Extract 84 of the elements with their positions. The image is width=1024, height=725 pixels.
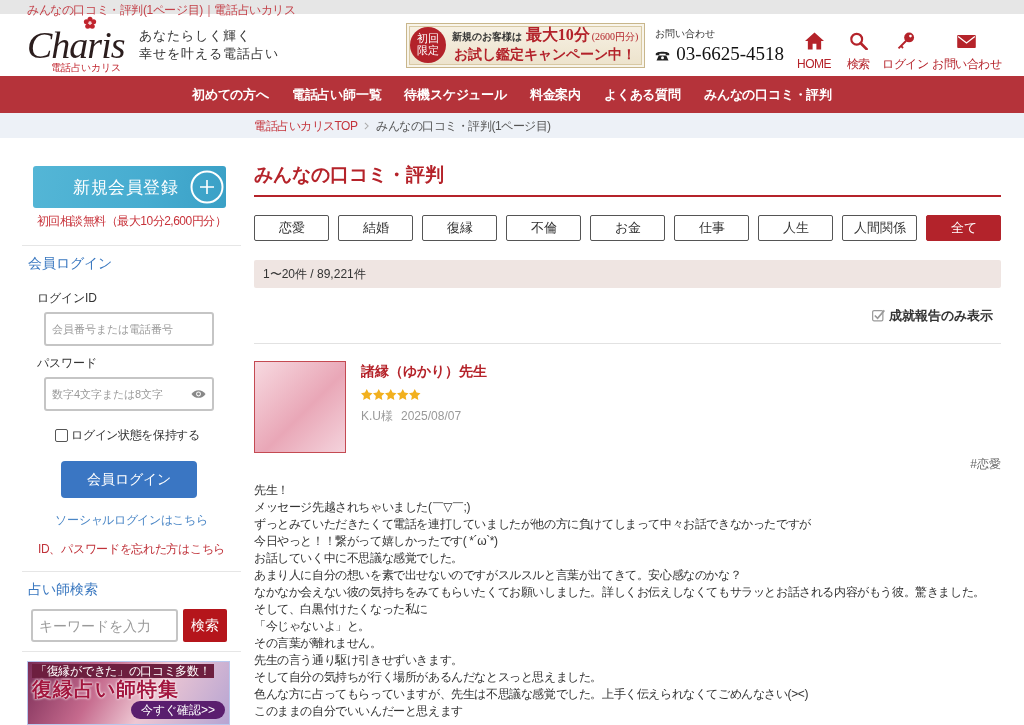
category-filter-button[interactable]: 結婚: [338, 215, 413, 241]
review-text-line: 今日やっと！！繋がって嬉しかったです( *´ω`*): [254, 533, 499, 550]
page-title: みんなの口コミ・評判(1ページ目)｜電話占いカリス: [27, 3, 296, 17]
category-filter-button[interactable]: 不倫: [506, 215, 581, 241]
header-link[interactable]: HOME: [794, 31, 834, 71]
login-id-label: ログインID: [37, 291, 98, 305]
review-text-line: その言葉が離れません。: [254, 635, 383, 652]
remember-checkbox[interactable]: [55, 428, 69, 442]
nav-link[interactable]: 初めての方へ: [192, 86, 269, 103]
promo-banner[interactable]: 「復縁ができた」の口コミ多数！ 復縁占い師特集 今すぐ確認>>: [27, 661, 230, 725]
review-text-line: あまり人に自分の想いを素で出せないのですがスルスルと言葉が出てきて。安心感なのかな？: [254, 567, 743, 584]
category-filter-button[interactable]: 恋愛: [254, 215, 329, 241]
search-icon: [848, 31, 868, 50]
review-text-line: メッセージ先越されちゃいました(￣▽￣;): [254, 499, 472, 516]
password-field[interactable]: 数字4文字または8文字: [44, 377, 214, 411]
keyword-field[interactable]: キーワードを入力: [31, 609, 178, 642]
key-icon: [895, 31, 915, 50]
nav-link[interactable]: 電話占い師一覧: [291, 86, 382, 103]
nav-link[interactable]: よくある質問: [604, 86, 681, 103]
nav-link[interactable]: 料金案内: [529, 86, 582, 103]
category-filter-button[interactable]: 全て: [926, 215, 1001, 241]
category-filter-button[interactable]: 仕事: [674, 215, 749, 241]
reviewer-name: K.U様: [361, 409, 393, 423]
review-tag: #恋愛: [970, 457, 1001, 471]
eye-icon[interactable]: [191, 389, 206, 399]
remember-label: ログイン状態を保持する: [71, 428, 200, 442]
search-button[interactable]: 検索: [183, 609, 227, 642]
banner-caption: 「復縁ができた」の口コミ多数！: [32, 664, 214, 678]
review-text-line: なかなか会えない彼の気持ちをみてもらいたくてお願いしました。詳しくお伝えしなくてもサラッとお話される内容がもう彼。驚きました。: [254, 584, 986, 601]
review-text-line: そして自分の気持ちが行く場所があるんだなとスっと思えました。: [254, 669, 603, 686]
breadcrumb-link[interactable]: 電話占いカリスTOP: [254, 118, 358, 133]
header-link[interactable]: お問い合わせ: [932, 31, 1001, 71]
campaign-headline: 新規のお客様は 最大10分(2600円分): [451, 26, 639, 45]
flower-icon: [83, 16, 97, 30]
star-icon: [361, 389, 373, 400]
logo-text[interactable]: Charis: [27, 30, 125, 60]
tagline: あなたらしく輝く 幸せを叶える電話占い: [139, 28, 279, 63]
breadcrumb-current: みんなの口コミ・評判(1ページ目): [376, 118, 551, 133]
plus-circle-icon: [190, 170, 224, 204]
success-only-toggle[interactable]: 成就報告のみ表示: [872, 308, 993, 323]
result-count: 1〜20件 / 89,221件: [263, 267, 366, 281]
login-id-field[interactable]: 会員番号または電話番号: [44, 312, 214, 346]
chevron-icon: [364, 121, 370, 130]
login-heading: 会員ログイン: [27, 256, 113, 272]
limited-offer-badge: 初回 限定: [409, 27, 446, 63]
star-icon: [397, 389, 409, 400]
phone-number[interactable]: 03-6625-4518: [676, 42, 784, 65]
category-filter-button[interactable]: 人間関係: [842, 215, 917, 241]
review-text-line: 先生！: [254, 482, 290, 499]
star-icon: [385, 389, 397, 400]
category-filter-button[interactable]: 復縁: [422, 215, 497, 241]
campaign-banner[interactable]: 初回 限定 新規のお客様は 最大10分(2600円分) お試し鑑定キャンペーン中！: [405, 22, 646, 68]
search-heading: 占い師検索: [27, 582, 99, 598]
review-text-line: 「今じゃないよ」と。: [254, 618, 371, 635]
house-icon: [804, 31, 824, 50]
review-date: 2025/08/07: [401, 409, 462, 423]
header-link[interactable]: 検索: [838, 31, 878, 71]
header-link[interactable]: ログイン: [882, 31, 928, 71]
free-trial-note: 初回相談無料（最大10分2,600円分）: [35, 214, 228, 228]
campaign-text: お試し鑑定キャンペーン中！: [454, 46, 636, 64]
review-text-line: お話していく中に不思議な感覚でした。: [254, 550, 464, 567]
review-text-line: そして、白黒付けたくなった私に: [254, 601, 429, 618]
review-text-line: このままの自分でいいんだーと思えます: [254, 703, 464, 720]
password-label: パスワード: [37, 356, 98, 370]
review-text-line: 先生の言う通り駆け引きせずいきます。: [254, 652, 464, 669]
review-text-line: 色んな方に占ってもらっていますが、先生は不思議な感覚でした。上手く伝えられなくてごめんなさい(><): [254, 686, 809, 703]
review-text-line: ずっとみていただきたくて電話を連打していましたが他の方に負けてしまって中々お話できなかったですが: [254, 516, 812, 533]
page-heading: みんなの口コミ・評判: [254, 163, 1001, 197]
login-button[interactable]: 会員ログイン: [61, 461, 197, 498]
nav-link[interactable]: みんなの口コミ・評判: [703, 86, 832, 103]
star-icon: [373, 389, 385, 400]
fortune-teller-name[interactable]: 諸縁（ゆかり）先生: [361, 363, 487, 379]
social-login-link[interactable]: ソーシャルログインはこちら: [55, 513, 208, 527]
nav-link[interactable]: 待機スケジュール: [404, 86, 507, 103]
envelope-icon: [957, 34, 976, 48]
forgot-password-link[interactable]: ID、パスワードを忘れた方はこちら: [38, 542, 225, 556]
phone-icon: [655, 49, 671, 61]
category-filter-button[interactable]: お金: [590, 215, 665, 241]
logo-subtitle: 電話占いカリス: [51, 62, 121, 74]
contact-label: お問い合わせ: [655, 27, 717, 40]
category-filter-button[interactable]: 人生: [758, 215, 833, 241]
star-icon: [409, 389, 421, 400]
banner-title: 復縁占い師特集: [32, 678, 180, 701]
banner-cta: 今すぐ確認>>: [131, 701, 225, 719]
